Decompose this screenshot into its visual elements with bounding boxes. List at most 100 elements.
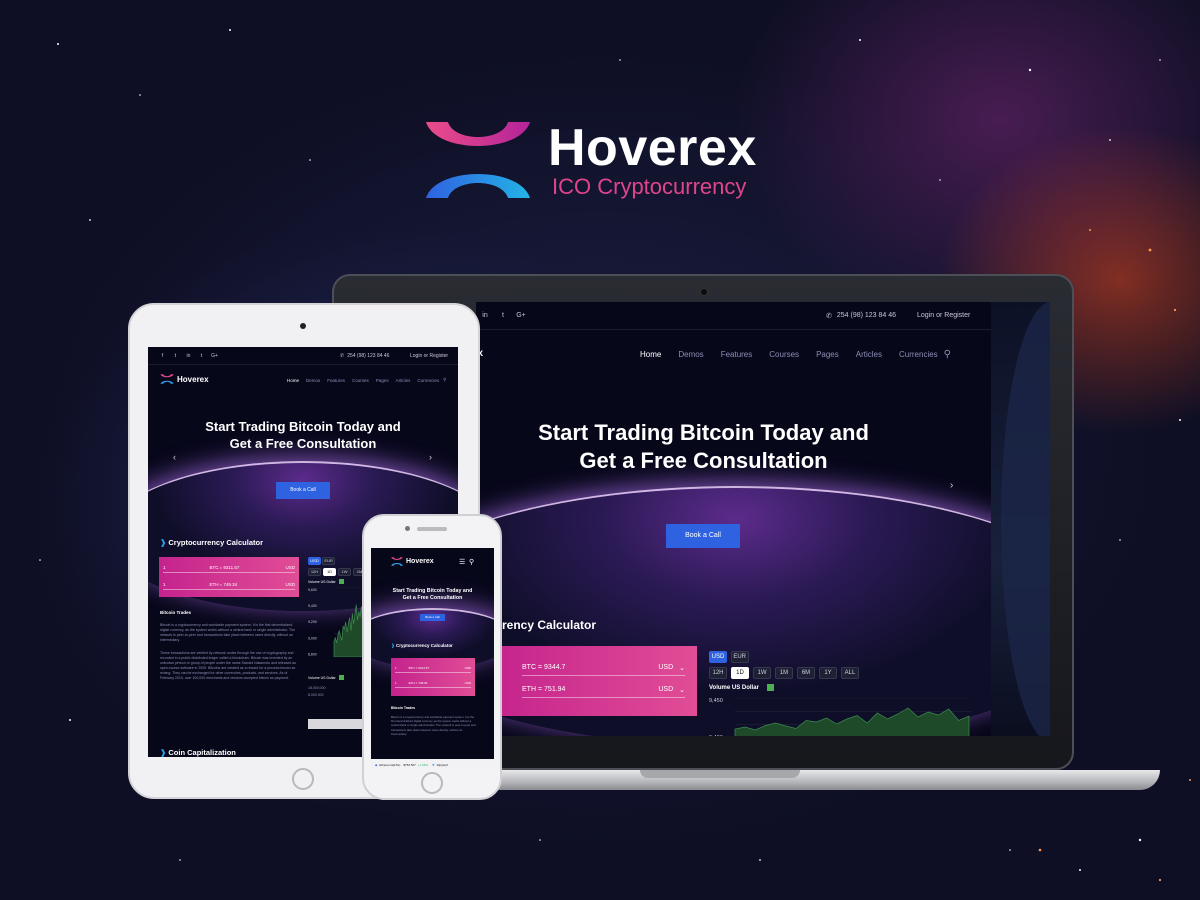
- tab-12h[interactable]: 12H: [308, 568, 321, 576]
- calc-currency-btc[interactable]: USD: [285, 565, 295, 570]
- site-brand[interactable]: Hoverex: [160, 374, 209, 384]
- nav-home[interactable]: Home: [640, 350, 661, 359]
- book-call-button[interactable]: Book a Call: [420, 614, 445, 621]
- calc-value-eth: = 748.04: [415, 680, 428, 685]
- nav-articles[interactable]: Articles: [856, 350, 882, 359]
- calc-row-eth[interactable]: 1 ETH = 749.34 USD: [163, 579, 295, 590]
- nav-courses[interactable]: Courses: [352, 378, 369, 383]
- trades-paragraph-2: These transactions are verified by netwo…: [160, 651, 297, 680]
- nav-features[interactable]: Features: [721, 350, 753, 359]
- tab-12h[interactable]: 12H: [709, 667, 727, 679]
- login-link[interactable]: Login: [410, 353, 422, 359]
- phone-speaker: [417, 527, 447, 531]
- facebook-icon[interactable]: f: [156, 353, 169, 359]
- hero-title-line2: Get a Free Consultation: [579, 448, 828, 473]
- search-icon[interactable]: ⚲: [944, 349, 951, 360]
- calc-label-eth: ETH: [522, 686, 536, 693]
- hero-title-line2: Get a Free Consultation: [402, 595, 463, 601]
- calc-currency-eth[interactable]: USD: [465, 681, 471, 685]
- chart-range-slider[interactable]: [308, 719, 364, 729]
- volume-area-series: [734, 707, 970, 736]
- calc-row-btc[interactable]: 1 BTC = 9314.57 USD: [395, 663, 471, 673]
- nav-features[interactable]: Features: [327, 378, 345, 383]
- slider-prev-arrow[interactable]: ‹: [173, 452, 176, 462]
- tab-usd[interactable]: USD: [308, 557, 321, 565]
- hero-title-line1: Start Trading Bitcoin Today and: [205, 419, 401, 434]
- tab-6m[interactable]: 6M: [797, 667, 815, 679]
- instagram-icon[interactable]: in: [182, 353, 195, 359]
- tab-1w[interactable]: 1W: [753, 667, 771, 679]
- calc-currency-eth[interactable]: USD: [658, 686, 673, 693]
- nav-courses[interactable]: Courses: [769, 350, 799, 359]
- instagram-icon[interactable]: in: [476, 312, 494, 319]
- calc-row-eth[interactable]: 1 ETH = 748.04 USD: [395, 678, 471, 688]
- y-tick-label: 9,400: [709, 735, 723, 736]
- tab-eur[interactable]: EUR: [322, 557, 336, 565]
- slider-next-arrow[interactable]: ›: [950, 480, 953, 491]
- tab-1d[interactable]: 1D: [323, 568, 336, 576]
- laptop-screen-edge: [991, 302, 1050, 736]
- period-tabs: 12H 1D 1W 1M 6M 1Y ALL: [709, 667, 859, 679]
- nav-currencies[interactable]: Currencies: [417, 378, 439, 383]
- book-call-button[interactable]: Book a Call: [276, 482, 330, 499]
- calculator-title: ❱ Cryptocurrency Calculator: [160, 538, 264, 547]
- nav-demos[interactable]: Demos: [306, 378, 320, 383]
- nav-demos[interactable]: Demos: [678, 350, 703, 359]
- period-tabs: 12H 1D 1W 1M: [308, 568, 366, 576]
- twitter-icon[interactable]: t: [169, 353, 182, 359]
- volume-area-series: [333, 604, 365, 657]
- calculator-title: urrency Calculator: [490, 618, 597, 632]
- tab-1y[interactable]: 1Y: [819, 667, 837, 679]
- laptop-topbar: in t G+ ✆ 254 (98) 123 84 46 Login or Re…: [476, 302, 991, 330]
- nav-pages[interactable]: Pages: [376, 378, 389, 383]
- register-link[interactable]: Register: [944, 312, 970, 319]
- trades-title: Bitcoin Trades: [160, 610, 192, 615]
- calc-label-btc: BTC: [209, 564, 219, 570]
- calc-currency-eth[interactable]: USD: [285, 582, 295, 587]
- nav-currencies[interactable]: Currencies: [899, 350, 938, 359]
- calc-currency-btc[interactable]: USD: [658, 664, 673, 671]
- calc-value-btc: = 9311.57: [219, 564, 240, 570]
- book-call-button[interactable]: Book a Call: [666, 524, 740, 548]
- volume-swatch: [766, 684, 774, 691]
- tab-1w[interactable]: 1W: [338, 568, 351, 576]
- calc-amount: 1: [163, 564, 166, 570]
- login-link[interactable]: Login: [917, 312, 934, 319]
- volume-label: Volume US Dollar: [308, 579, 336, 584]
- calculator-title: ❱ Cryptocurrency Calculator: [391, 643, 453, 648]
- tab-all[interactable]: ALL: [841, 667, 859, 679]
- register-link[interactable]: Register: [429, 353, 448, 359]
- phone-icon: ✆: [826, 312, 832, 320]
- y-tick-label: 8,800: [308, 652, 317, 656]
- chevron-down-icon[interactable]: ⌄: [679, 686, 685, 694]
- calc-row-btc[interactable]: 1 BTC = 9311.57 USD: [163, 562, 295, 573]
- tab-1d[interactable]: 1D: [731, 667, 749, 679]
- search-icon[interactable]: ⚲: [469, 558, 474, 566]
- nav-articles[interactable]: Articles: [396, 378, 411, 383]
- tab-1m[interactable]: 1M: [775, 667, 793, 679]
- search-icon[interactable]: ⚲: [443, 377, 446, 383]
- calc-row-eth[interactable]: ETH = 751.94 USD ⌄: [522, 682, 685, 698]
- menu-icon[interactable]: ☰: [459, 558, 465, 566]
- calc-currency-btc[interactable]: USD: [465, 666, 471, 670]
- chevron-down-icon[interactable]: ⌄: [679, 664, 685, 672]
- site-brand[interactable]: Hoverex: [391, 557, 434, 566]
- contact-phone: ✆ 254 (98) 123 84 46: [826, 312, 896, 320]
- google-plus-icon[interactable]: G+: [512, 312, 530, 319]
- tab-usd[interactable]: USD: [709, 651, 727, 663]
- google-plus-icon[interactable]: G+: [208, 353, 221, 359]
- calc-row-btc[interactable]: BTC = 9344.7 USD ⌄: [522, 660, 685, 676]
- slider-next-arrow[interactable]: ›: [429, 452, 432, 462]
- hero-title-line1: Start Trading Bitcoin Today and: [392, 588, 473, 594]
- nav-home[interactable]: Home: [287, 378, 299, 383]
- tumblr-icon[interactable]: t: [494, 312, 512, 319]
- tab-eur[interactable]: EUR: [730, 651, 749, 663]
- calc-label-eth: ETH: [408, 680, 415, 685]
- trades-paragraph-1: Bitcoin is a cryptocurrency and worldwid…: [391, 715, 476, 736]
- nav-pages[interactable]: Pages: [816, 350, 839, 359]
- tumblr-icon[interactable]: t: [195, 353, 208, 359]
- brand-name: Hoverex: [406, 558, 434, 565]
- hoverex-logo-icon: [426, 122, 530, 198]
- phone-home-button: [421, 772, 443, 794]
- laptop-camera: [700, 288, 708, 296]
